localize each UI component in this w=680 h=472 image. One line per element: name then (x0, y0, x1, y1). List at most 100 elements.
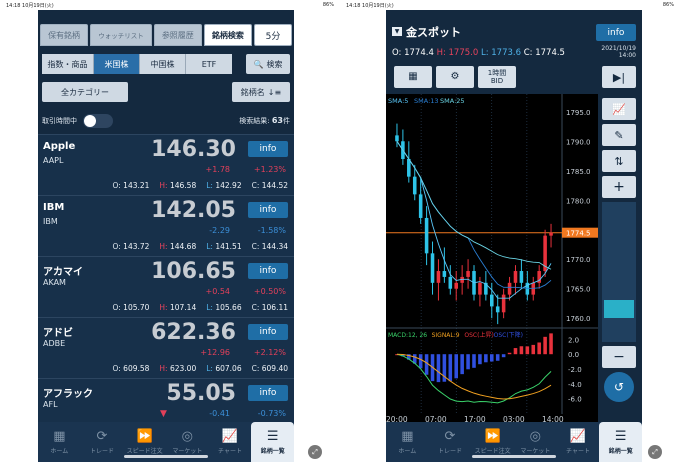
info-button[interactable]: info (248, 385, 288, 401)
stock-name: IBM (43, 202, 65, 213)
stock-change-percent: +2.12% (253, 348, 286, 357)
zoom-slider-handle[interactable] (604, 300, 634, 318)
info-button[interactable]: info (248, 141, 288, 157)
result-count: 検索結果: 63件 (239, 116, 290, 125)
grid-icon: ▦ (53, 429, 66, 444)
segment-index-commodity[interactable]: 指数・商品 (42, 54, 94, 74)
rotate-button[interactable]: ↺ (604, 372, 634, 402)
info-button[interactable]: info (248, 263, 288, 279)
collapse-icon[interactable]: ⤢ (648, 445, 662, 459)
trading-hours-toggle[interactable] (83, 114, 113, 128)
info-button[interactable]: info (248, 324, 288, 340)
nav-label: トレード (438, 448, 463, 455)
osc-bar (490, 354, 494, 362)
osc-bar (513, 348, 518, 355)
rotate-icon: ↺ (613, 380, 625, 394)
stock-list: Apple AAPL 146.30 info +1.78 +1.23% O: 143.21 H… (38, 134, 294, 430)
stock-change-percent: -0.73% (257, 409, 286, 418)
nav-item[interactable]: ⟳ トレード (429, 422, 472, 462)
pen-icon: ✎ (614, 128, 624, 142)
chevron-down-icon[interactable]: ▼ (160, 409, 167, 419)
zoom-slider[interactable] (602, 202, 636, 342)
period-button[interactable]: 5分 (254, 24, 292, 46)
nav-label: スピード注文 (126, 448, 163, 455)
battery-indicator: 86% (322, 2, 334, 8)
osc-bar (448, 354, 453, 382)
info-button[interactable]: info (248, 202, 288, 218)
candle-body (513, 271, 518, 283)
home-indicator (472, 455, 556, 458)
stock-list-screen: 保有銘柄 ウォッチリスト 参照履歴 銘柄検索 5分 指数・商品 米国株 中国株 … (38, 10, 294, 462)
tab-search[interactable]: 銘柄検索 (203, 24, 252, 46)
settings-button[interactable]: ⚙ (436, 66, 474, 88)
layout-grid-button[interactable]: ▦ (394, 66, 432, 88)
price-chart[interactable]: 1795.0 1790.0 1785.0 1780.0 1770.0 1765.0 1760… (386, 94, 598, 426)
nav-item[interactable]: ☰ 銘柄一覧 (251, 422, 294, 462)
stock-row[interactable]: IBM IBM 142.05 info -2.29 -1.58% O: 143.72 H: 1… (38, 195, 294, 256)
stock-row[interactable]: アドビ ADBE 622.36 info +12.96 +2.12% O: 609.58 H:… (38, 317, 294, 378)
status-time: 14:18 10月19日(火) (6, 2, 54, 9)
stock-ticker: IBM (43, 217, 58, 226)
timeframe-button[interactable]: 1時間 BID (478, 66, 516, 88)
list-icon: ☰ (266, 429, 279, 444)
candle-body (418, 194, 423, 218)
category-button[interactable]: 全カテゴリー (42, 82, 128, 102)
stock-change: -2.29 (209, 226, 230, 235)
stock-ticker: AAPL (43, 156, 64, 165)
current-price-label: 1774.5 (566, 230, 591, 238)
macd-legend-label: MACD:12, 26 (388, 332, 427, 339)
chart-icon: 📈 (221, 429, 239, 444)
osc-bar (519, 346, 524, 355)
nav-item[interactable]: ☰ 銘柄一覧 (599, 422, 642, 462)
osc-bar (531, 344, 536, 355)
candle-body (519, 271, 524, 283)
symbol-title[interactable]: 金スポット (406, 24, 461, 40)
candle-body (478, 282, 482, 295)
price-tick-label: 1760.0 (566, 315, 591, 323)
osc-bar (501, 354, 506, 358)
nav-item[interactable]: ▦ ホーム (38, 422, 81, 462)
nav-item[interactable]: 📈 チャート (557, 422, 600, 462)
nav-item[interactable]: ▦ ホーム (386, 422, 429, 462)
stock-row[interactable]: アカマイ AKAM 106.65 info +0.54 +0.50% O: 105.70 H:… (38, 256, 294, 317)
candle-body (466, 271, 470, 277)
stock-change-percent: -1.58% (257, 226, 286, 235)
tab-holdings[interactable]: 保有銘柄 (40, 24, 89, 46)
candle-type-button[interactable]: ⇅ (602, 150, 636, 172)
osc-bar (424, 354, 429, 375)
sort-button[interactable]: 銘柄名 ↓≡ (232, 82, 290, 102)
segment-china-stocks[interactable]: 中国株 (140, 54, 186, 74)
nav-label: マーケット (520, 448, 551, 455)
nav-item[interactable]: ⟳ トレード (81, 422, 124, 462)
zoom-out-button[interactable]: − (602, 346, 636, 368)
zoom-in-button[interactable]: + (602, 176, 636, 198)
segment-etf[interactable]: ETF (186, 54, 232, 74)
candle-body (531, 282, 536, 295)
grid-icon: ▦ (408, 71, 418, 82)
list-icon: ☰ (614, 429, 627, 444)
info-button[interactable]: info (596, 24, 636, 41)
collapse-icon[interactable]: ⤢ (308, 445, 322, 459)
stock-row[interactable]: Apple AAPL 146.30 info +1.78 +1.23% O: 143.21 H… (38, 134, 294, 195)
candle-body (448, 276, 453, 289)
play-button[interactable]: ▶| (602, 66, 636, 88)
osc-bar (549, 333, 553, 355)
tab-watchlist[interactable]: ウォッチリスト (90, 24, 152, 46)
nav-item[interactable]: 📈 チャート (209, 422, 252, 462)
sort-icon: ↓≡ (267, 87, 282, 97)
indicator-button[interactable]: 📈 (602, 98, 636, 120)
stock-price: 142.05 (151, 198, 236, 223)
candle-body (442, 271, 447, 277)
osc-bar (478, 354, 482, 365)
nav-label: トレード (90, 448, 115, 455)
osc-bar (454, 354, 458, 379)
stock-change: -0.41 (209, 409, 230, 418)
chevron-down-icon[interactable]: ▼ (392, 27, 402, 36)
draw-button[interactable]: ✎ (602, 124, 636, 146)
tab-history[interactable]: 参照履歴 (153, 24, 202, 46)
trading-hours-row: 取引時間中 検索結果: 63件 (42, 113, 290, 129)
segment-us-stocks[interactable]: 米国株 (94, 54, 140, 74)
macd-tick-label: -2.0 (568, 366, 582, 374)
chart-area[interactable]: 1795.0 1790.0 1785.0 1780.0 1770.0 1765.0 1760… (386, 94, 598, 426)
search-button[interactable]: 🔍 検索 (246, 54, 290, 74)
